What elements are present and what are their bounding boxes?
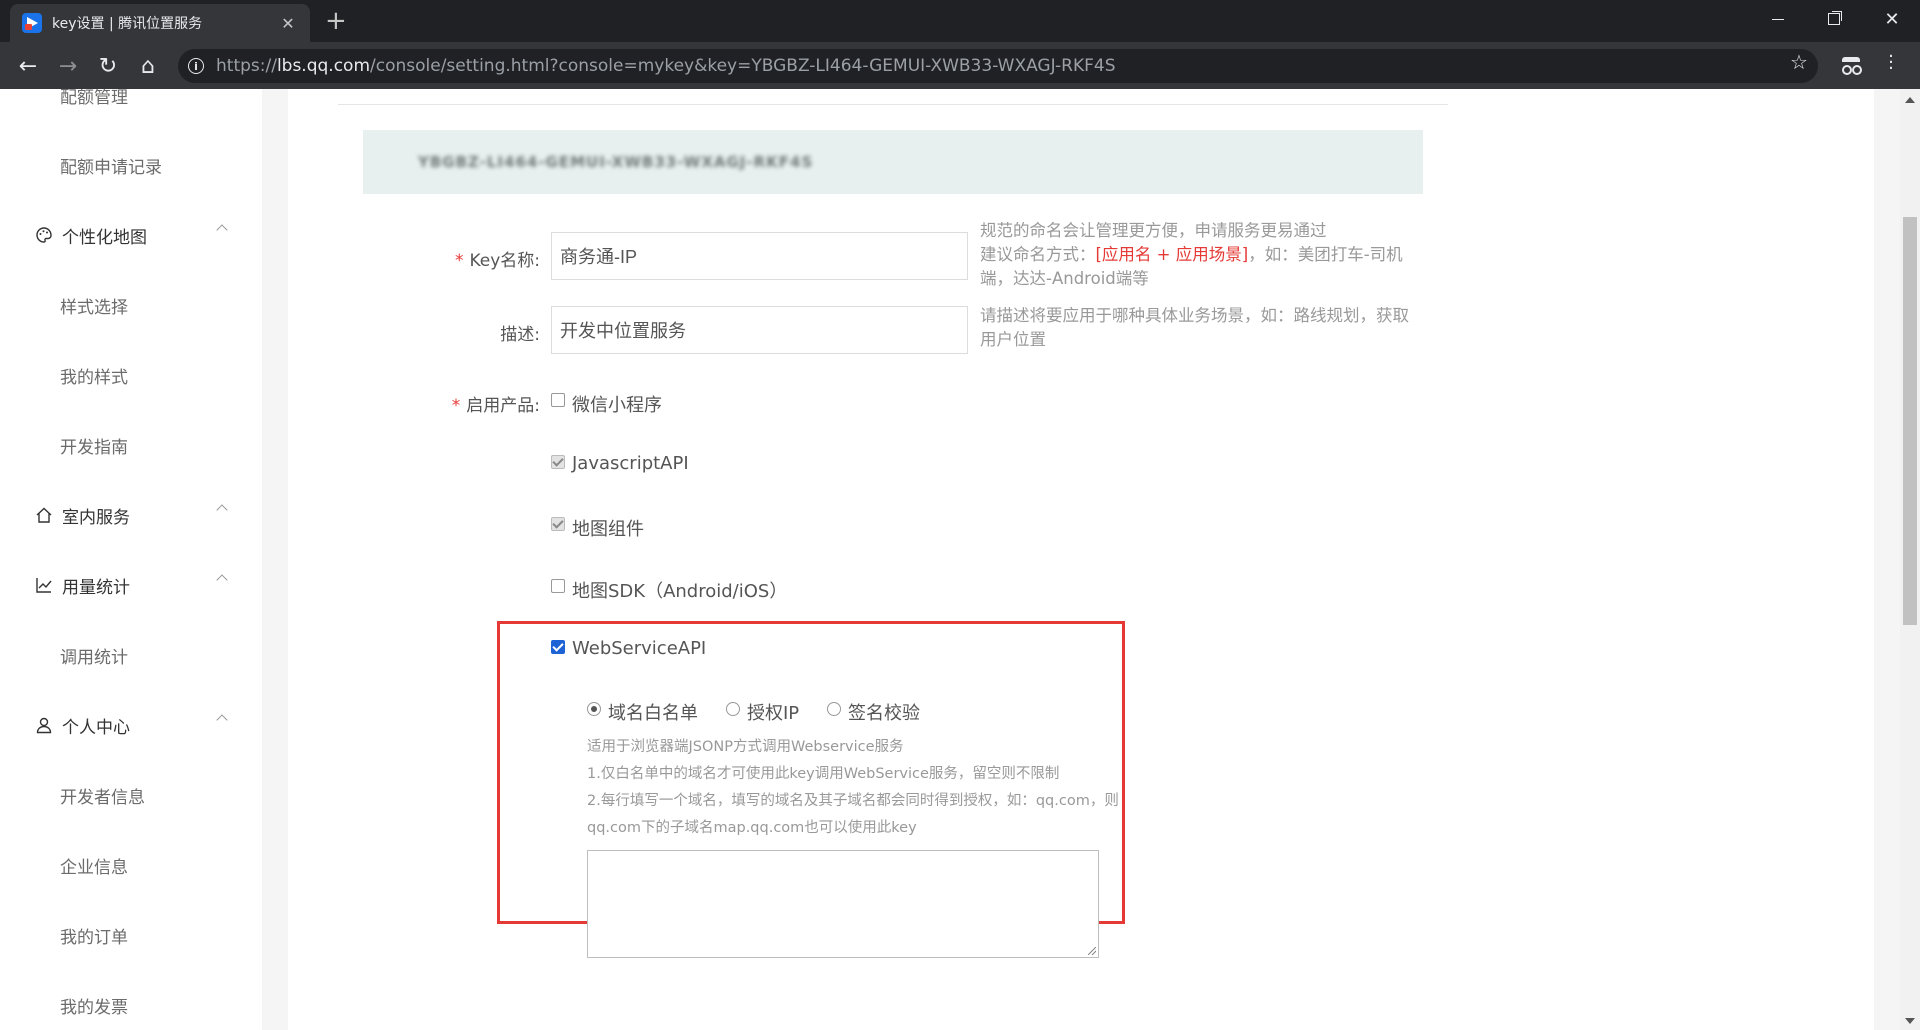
product-label-miniprogram: 微信小程序 <box>572 395 662 416</box>
page-scrollbar[interactable] <box>1900 89 1920 1030</box>
sidebar-item-12[interactable]: 我的订单 <box>0 920 262 950</box>
radio-authorized-ip[interactable] <box>726 702 740 716</box>
main-content: YBGBZ-LI464-GEMUI-XWB33-WXAGJ-RKF4S * Key… <box>288 89 1874 1030</box>
divider <box>338 104 1448 105</box>
whitelist-desc-line: 1.仅白名单中的域名才可使用此key调用WebService服务，留空则不限制 <box>587 766 1060 782</box>
whitelist-desc-line: 2.每行填写一个域名，填写的域名及其子域名都会同时得到授权，如：qq.com，则 <box>587 793 1119 809</box>
sidebar-item-1[interactable]: 配额申请记录 <box>0 150 262 180</box>
scroll-thumb[interactable] <box>1903 217 1917 625</box>
home-icon[interactable]: ⌂ <box>132 50 164 82</box>
site-info-icon[interactable]: i <box>188 58 204 74</box>
sidebar: 配额管理配额申请记录 个性化地图样式选择我的样式开发指南室内服务用量统计调用统计个… <box>0 89 262 1030</box>
sidebar-item-label: 我的样式 <box>60 367 128 388</box>
window-close-icon[interactable]: ✕ <box>1864 0 1920 38</box>
products-label: * 启用产品: <box>451 396 540 416</box>
whitelist-desc-line: 适用于浏览器端JSONP方式调用Webservice服务 <box>587 739 904 755</box>
whitelist-description: 适用于浏览器端JSONP方式调用Webservice服务 1.仅白名单中的域名才… <box>587 734 1147 842</box>
radio-label-authorized-ip: 授权IP <box>747 703 800 724</box>
page-viewport: 配额管理配额申请记录 个性化地图样式选择我的样式开发指南室内服务用量统计调用统计个… <box>0 89 1920 1030</box>
radio-label-domain-whitelist: 域名白名单 <box>608 703 698 724</box>
home-icon <box>34 505 54 525</box>
back-arrow-icon[interactable]: ← <box>12 50 44 82</box>
sidebar-item-label: 配额申请记录 <box>60 157 162 178</box>
window-restore-icon[interactable] <box>1806 0 1862 38</box>
description-input[interactable] <box>551 306 968 354</box>
radio-signature-check[interactable] <box>827 702 841 716</box>
sidebar-item-label: 我的订单 <box>60 927 128 948</box>
sidebar-item-5[interactable]: 开发指南 <box>0 430 262 460</box>
whitelist-desc-line: qq.com下的子域名map.qq.com也可以使用此key <box>587 820 917 836</box>
product-label-map-sdk: 地图SDK（Android/iOS） <box>572 581 788 602</box>
incognito-icon[interactable] <box>1840 55 1862 75</box>
tab-close-icon[interactable]: ✕ <box>278 14 298 33</box>
sidebar-item-4[interactable]: 我的样式 <box>0 360 262 390</box>
user-icon <box>34 715 54 735</box>
window-minimize-icon[interactable] <box>1750 0 1806 38</box>
sidebar-group-7[interactable]: 用量统计 <box>0 570 262 600</box>
sidebar-item-label: 个性化地图 <box>62 227 147 248</box>
key-value: YBGBZ-LI464-GEMUI-XWB33-WXAGJ-RKF4S <box>418 153 814 171</box>
required-asterisk: * <box>451 396 461 416</box>
tencent-map-favicon-icon <box>22 13 42 33</box>
chevron-up-icon[interactable] <box>216 504 228 516</box>
sidebar-group-2[interactable]: 个性化地图 <box>0 220 262 250</box>
product-checkbox-miniprogram[interactable] <box>551 393 565 407</box>
browser-titlebar: key设置 | 腾讯位置服务 ✕ + ✕ <box>0 0 1920 42</box>
scroll-up-arrow-icon[interactable] <box>1905 97 1915 103</box>
sidebar-item-label: 企业信息 <box>60 857 128 878</box>
browser-menu-icon[interactable]: · · · <box>1886 48 1896 78</box>
sidebar-item-label: 配额管理 <box>60 89 128 108</box>
forward-arrow-icon[interactable]: → <box>52 50 84 82</box>
chart-line-icon <box>34 575 54 595</box>
sidebar-item-0[interactable]: 配额管理 <box>0 89 262 110</box>
required-asterisk: * <box>454 251 464 271</box>
sidebar-item-3[interactable]: 样式选择 <box>0 290 262 320</box>
sidebar-item-13[interactable]: 我的发票 <box>0 990 262 1020</box>
sidebar-item-label: 室内服务 <box>62 507 130 528</box>
radio-label-signature-check: 签名校验 <box>848 703 920 724</box>
sidebar-group-9[interactable]: 个人中心 <box>0 710 262 740</box>
chevron-up-icon[interactable] <box>216 224 228 236</box>
new-tab-plus-icon[interactable]: + <box>325 6 347 36</box>
product-checkbox-javascriptapi <box>551 455 565 469</box>
product-label-webserviceapi: WebServiceAPI <box>572 638 707 659</box>
sidebar-item-label: 开发指南 <box>60 437 128 458</box>
tab-title: key设置 | 腾讯位置服务 <box>52 16 203 32</box>
radio-domain-whitelist[interactable] <box>587 702 601 716</box>
product-checkbox-map-component <box>551 517 565 531</box>
sidebar-item-label: 用量统计 <box>62 577 130 598</box>
sidebar-item-label: 我的发票 <box>60 997 128 1018</box>
key-name-label: * Key名称: <box>454 251 540 271</box>
chevron-up-icon[interactable] <box>216 574 228 586</box>
sidebar-item-11[interactable]: 企业信息 <box>0 850 262 880</box>
product-checkbox-map-sdk[interactable] <box>551 579 565 593</box>
sidebar-item-10[interactable]: 开发者信息 <box>0 780 262 810</box>
sidebar-group-6[interactable]: 室内服务 <box>0 500 262 530</box>
product-label-map-component: 地图组件 <box>572 519 644 540</box>
sidebar-item-label: 调用统计 <box>60 647 128 668</box>
chevron-up-icon[interactable] <box>216 714 228 726</box>
key-name-input[interactable] <box>551 232 968 280</box>
bookmark-star-icon[interactable]: ☆ <box>1790 50 1808 74</box>
resize-grip-icon[interactable] <box>1088 947 1096 955</box>
sidebar-item-label: 样式选择 <box>60 297 128 318</box>
sidebar-item-label: 个人中心 <box>62 717 130 738</box>
description-label: 描述: <box>500 325 540 345</box>
product-checkbox-webserviceapi[interactable] <box>551 640 565 654</box>
scroll-down-arrow-icon[interactable] <box>1905 1018 1915 1024</box>
browser-toolbar: ← → ↻ ⌂ i https://lbs.qq.com/console/set… <box>0 42 1920 89</box>
browser-tab[interactable]: key设置 | 腾讯位置服务 ✕ <box>10 4 310 42</box>
key-name-hint: 规范的命名会让管理更方便，申请服务更易通过 建议命名方式：[应用名 + 应用场景… <box>980 221 1403 288</box>
sidebar-item-8[interactable]: 调用统计 <box>0 640 262 670</box>
reload-icon[interactable]: ↻ <box>92 50 124 82</box>
sidebar-item-label: 开发者信息 <box>60 787 145 808</box>
url-text: https://lbs.qq.com/console/setting.html?… <box>216 56 1116 76</box>
product-label-javascriptapi: JavascriptAPI <box>572 453 689 474</box>
key-display-box: YBGBZ-LI464-GEMUI-XWB33-WXAGJ-RKF4S <box>363 130 1423 194</box>
description-hint: 请描述将要应用于哪种具体业务场景，如：路线规划，获取用户位置 <box>980 306 1409 349</box>
domain-whitelist-textarea[interactable] <box>587 850 1099 958</box>
address-bar[interactable]: i https://lbs.qq.com/console/setting.htm… <box>178 49 1818 83</box>
palette-icon <box>34 225 54 245</box>
